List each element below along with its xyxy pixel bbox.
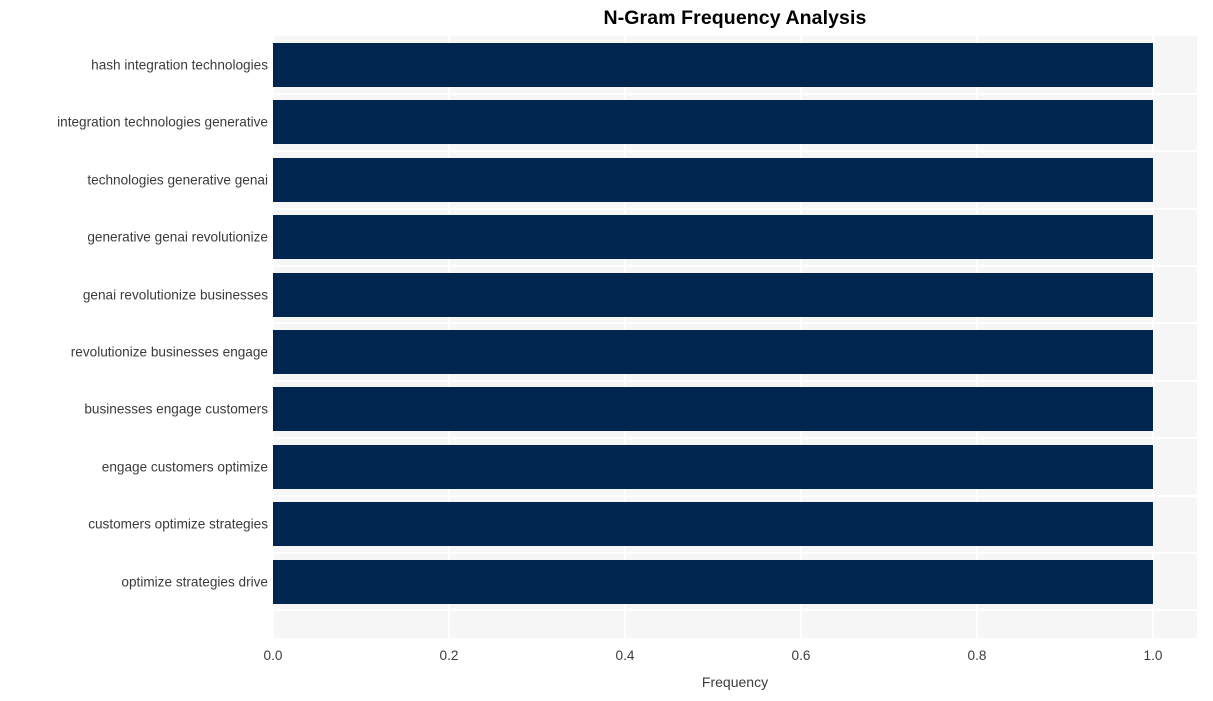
chart-figure: N-Gram Frequency Analysis hash integrati… [0, 0, 1213, 701]
x-axis-tick-labels: 0.0 0.2 0.4 0.6 0.8 1.0 [0, 0, 1213, 701]
x-axis-tick-label: 0.0 [263, 648, 283, 663]
x-axis-tick-label: 0.2 [439, 648, 459, 663]
x-axis-tick-label: 0.6 [791, 648, 811, 663]
x-axis-tick-label: 0.4 [615, 648, 635, 663]
x-axis-tick-label: 0.8 [967, 648, 987, 663]
x-axis-tick-label: 1.0 [1143, 648, 1163, 663]
x-axis-title: Frequency [701, 674, 769, 690]
